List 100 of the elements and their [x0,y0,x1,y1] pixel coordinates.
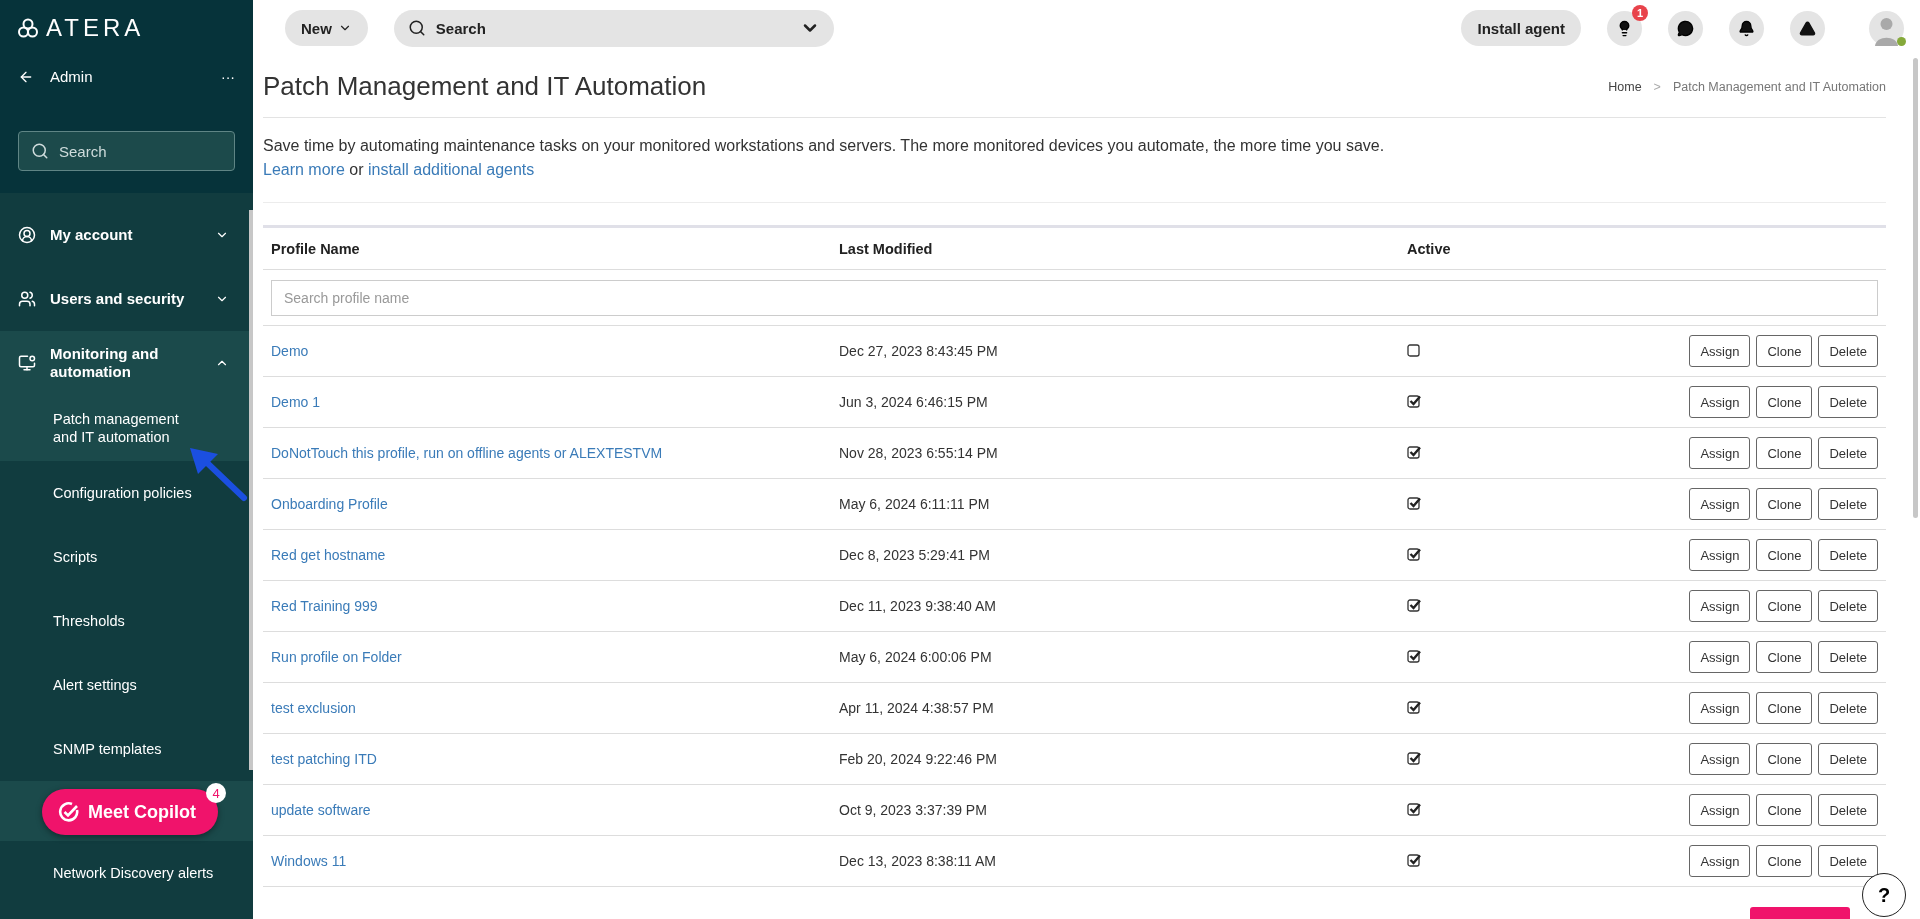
section-title: Admin [50,68,93,85]
profile-name-link[interactable]: Demo 1 [271,394,321,410]
chat-button[interactable] [1668,10,1703,46]
page-description: Save time by automating maintenance tasks on your monitored workstations and servers. The more monitored devices you automate, the more time you save. [263,136,1386,156]
row-action-button[interactable]: Clone [1756,488,1813,520]
profile-name-link[interactable]: Red Training 999 [271,598,378,614]
search-icon [31,142,49,160]
profile-name-link[interactable]: Windows 11 [271,853,347,869]
row-action-button[interactable]: Clone [1756,335,1813,367]
row-action-button[interactable]: Clone [1756,590,1813,622]
row-action-button[interactable]: Assign [1689,845,1751,877]
breadcrumb-link[interactable]: Home [1608,79,1642,94]
checked-checkbox-icon[interactable] [1407,801,1421,816]
checked-checkbox-icon[interactable] [1407,393,1421,408]
table-cell-text: Nov 28, 2023 6:55:14 PM [839,445,999,461]
learn-more-link[interactable]: Learn more [263,161,345,178]
column-header: Profile Name [271,240,361,257]
bell-icon [1738,19,1755,37]
row-action-button[interactable]: Assign [1689,692,1751,724]
sidebar-subitem[interactable]: SNMP templates [0,717,253,781]
column-header: Active [1407,240,1452,257]
install-agent-button[interactable]: Install agent [1461,10,1581,46]
profile-name-link[interactable]: test exclusion [271,700,356,716]
table-cell-text: Jun 3, 2024 6:46:15 PM [839,394,989,410]
connector-text: or [349,161,364,178]
row-action-button[interactable]: Delete [1818,386,1878,418]
global-search-field[interactable]: Search [393,9,834,47]
sidebar-group[interactable]: Users and security [0,267,253,331]
profile-name-link[interactable]: Run profile on Folder [271,649,402,665]
checked-checkbox-icon[interactable] [1407,597,1421,612]
row-action-button[interactable]: Delete [1818,743,1878,775]
table-cell-text: Apr 11, 2024 4:38:57 PM [839,700,995,716]
row-action-button[interactable]: Delete [1818,437,1878,469]
column-header: Last Modified [839,240,934,257]
row-action-button[interactable]: Assign [1689,437,1751,469]
notification-badge: 1 [1632,4,1648,21]
profile-name-link[interactable]: Red get hostname [271,547,386,563]
row-action-button[interactable]: Delete [1818,692,1878,724]
chat-bubble-icon [1677,19,1694,37]
row-action-button[interactable]: Assign [1689,590,1751,622]
checked-checkbox-icon[interactable] [1407,699,1421,714]
users-icon [18,290,36,308]
row-action-button[interactable]: Assign [1689,794,1751,826]
logo-icon [18,18,38,38]
row-action-button[interactable]: Clone [1756,845,1813,877]
table-cell-text: Feb 20, 2024 9:22:46 PM [839,751,998,767]
row-action-button[interactable]: Clone [1756,794,1813,826]
table-cell-text: Dec 8, 2023 5:29:41 PM [839,547,991,563]
more-menu[interactable]: ··· [221,68,235,85]
row-action-button[interactable]: Assign [1689,641,1751,673]
checked-checkbox-icon[interactable] [1407,546,1421,561]
notifications-button[interactable] [1729,10,1764,46]
row-action-button[interactable]: Clone [1756,539,1813,571]
row-action-button[interactable]: Delete [1818,590,1878,622]
row-action-button[interactable]: Clone [1756,437,1813,469]
sidebar-group[interactable]: My account [0,203,253,267]
tips-button[interactable] [1607,10,1642,46]
checked-checkbox-icon[interactable] [1407,648,1421,663]
user-circle-icon [18,226,36,244]
row-action-button[interactable]: Delete [1818,488,1878,520]
row-action-button[interactable]: Delete [1818,794,1878,826]
checked-checkbox-icon[interactable] [1407,495,1421,510]
new-button[interactable]: New [285,10,368,46]
breadcrumb-current: Patch Management and IT Automation [1672,79,1886,94]
checkbox-icon[interactable] [1407,342,1421,357]
row-action-button[interactable]: Delete [1818,641,1878,673]
sidebar-search-field[interactable]: Search [18,131,235,171]
row-action-button[interactable]: Assign [1689,386,1751,418]
row-action-button[interactable]: Assign [1689,488,1751,520]
profile-name-link[interactable]: update software [271,802,371,818]
checked-checkbox-icon[interactable] [1407,750,1421,765]
page-title: Patch Management and IT Automation [263,71,707,102]
row-action-button[interactable]: Assign [1689,743,1751,775]
table-cell-text: Dec 13, 2023 8:38:11 AM [839,853,997,869]
row-action-button[interactable]: Clone [1756,386,1813,418]
table-cell-text: Dec 11, 2023 9:38:40 AM [839,598,997,614]
row-action-button[interactable]: Delete [1818,845,1878,877]
table-cell-text: May 6, 2024 6:11:11 PM [839,496,991,512]
row-action-button[interactable]: Assign [1689,539,1751,571]
profile-name-link[interactable]: Demo [271,343,309,359]
row-action-button[interactable]: Delete [1818,335,1878,367]
row-action-button[interactable]: Clone [1756,743,1813,775]
checked-checkbox-icon[interactable] [1407,852,1421,867]
table-cell-text: Dec 27, 2023 8:43:45 PM [839,343,999,359]
row-action-button[interactable]: Clone [1756,641,1813,673]
user-avatar[interactable] [1869,10,1904,46]
profile-name-link[interactable]: test patching ITD [271,751,377,767]
logo-text: ATERA [46,14,145,42]
sidebar-group[interactable]: Monitoring and automation [0,331,253,395]
profile-name-link[interactable]: DoNotTouch this profile, run on offline agents or ALEXTESTVM [271,445,663,461]
profile-search-field[interactable]: Search profile name [271,279,1878,316]
help-button[interactable]: ? [1862,873,1906,917]
row-action-button[interactable]: Assign [1689,335,1751,367]
install-agents-link[interactable]: install additional agents [367,161,535,178]
row-action-button[interactable]: Clone [1756,692,1813,724]
alerts-button[interactable] [1790,10,1825,46]
row-action-button[interactable]: Delete [1818,539,1878,571]
sidebar-subitem[interactable]: Network Discovery alerts [0,841,253,905]
profile-name-link[interactable]: Onboarding Profile [271,496,388,512]
checked-checkbox-icon[interactable] [1407,444,1421,459]
